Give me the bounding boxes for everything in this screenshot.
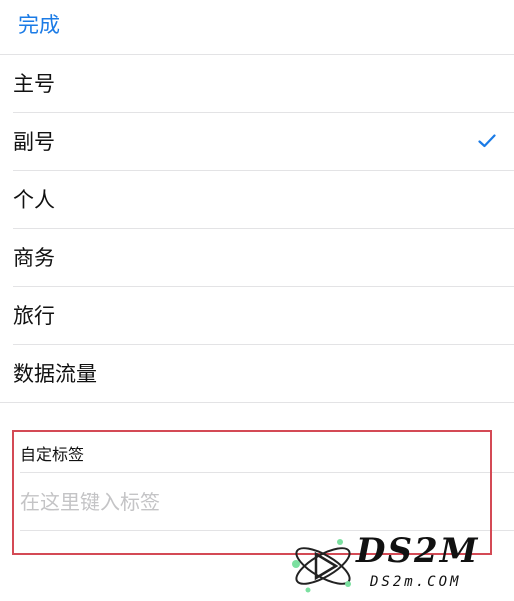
- label-option-text: 商务: [13, 246, 55, 270]
- done-button[interactable]: 完成: [18, 10, 60, 40]
- custom-label-title: 自定标签: [20, 445, 85, 464]
- label-option-text: 副号: [13, 130, 55, 154]
- watermark-title: DS2M: [356, 531, 480, 571]
- label-option-business[interactable]: 商务: [13, 229, 514, 287]
- label-option-data[interactable]: 数据流量: [0, 345, 514, 403]
- watermark-subtitle: DS2m.COM: [370, 574, 462, 590]
- watermark: DS2M DS2m.COM: [278, 530, 508, 600]
- navigation-bar: 完成: [0, 0, 514, 55]
- custom-label-header: 自定标签: [20, 430, 514, 473]
- atom-logo-icon: [292, 539, 351, 593]
- label-option-personal[interactable]: 个人: [13, 171, 514, 229]
- custom-label-section: 自定标签: [0, 430, 514, 531]
- label-option-travel[interactable]: 旅行: [13, 287, 514, 345]
- checkmark-icon: [478, 134, 496, 148]
- label-list: 主号 副号 个人 商务 旅行 数据流量: [0, 55, 514, 403]
- label-option-text: 个人: [13, 188, 55, 212]
- label-option-text: 旅行: [13, 304, 55, 328]
- label-option-secondary[interactable]: 副号: [13, 113, 514, 171]
- label-option-text: 主号: [13, 72, 55, 96]
- custom-label-input-row: [20, 473, 514, 531]
- label-option-primary[interactable]: 主号: [13, 55, 514, 113]
- label-option-text: 数据流量: [13, 362, 97, 386]
- custom-label-input[interactable]: [20, 485, 480, 519]
